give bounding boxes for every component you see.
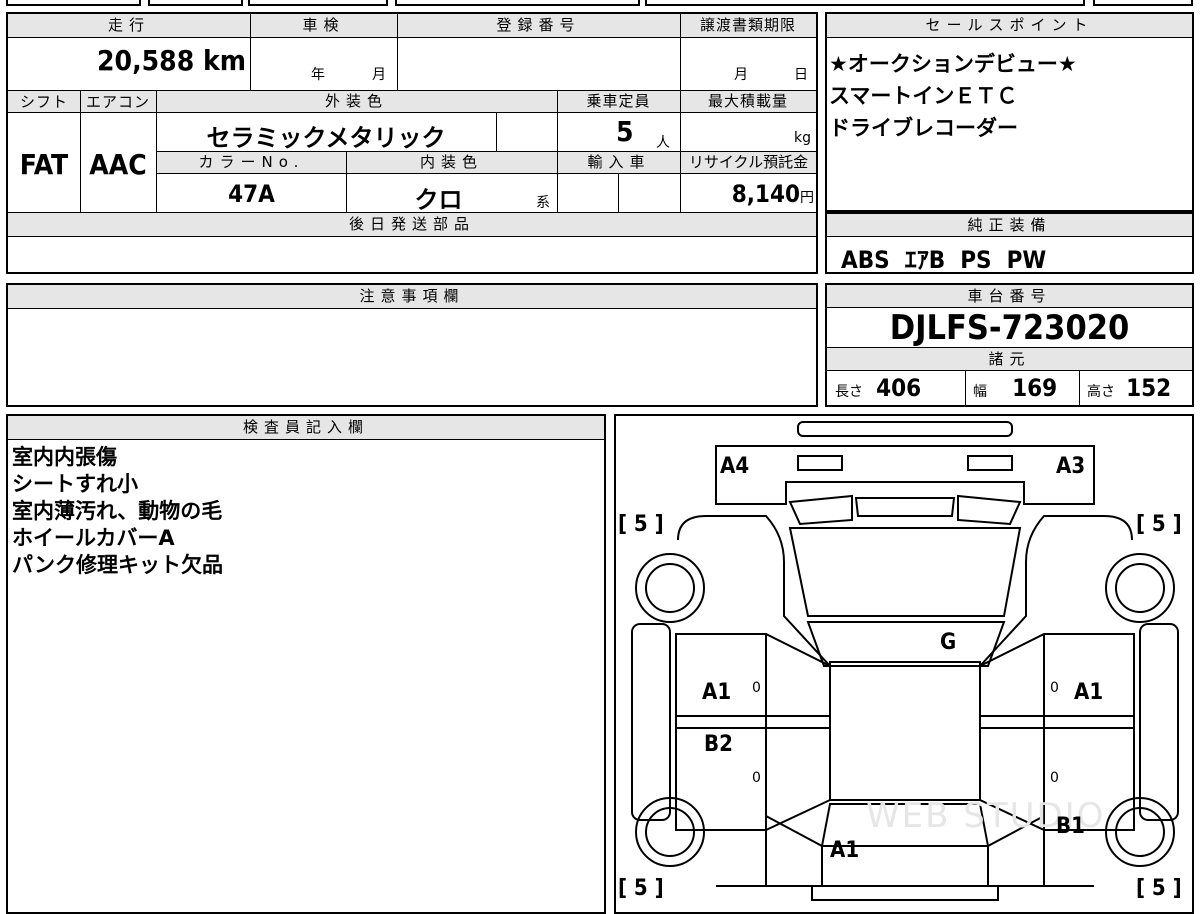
interior-color-label: 内装色 [346, 152, 557, 174]
tire-depth-rear-right: [ 5 ] [1136, 876, 1182, 901]
transfer-day: 日 [794, 67, 808, 83]
mileage-label: 走行 [8, 14, 250, 38]
top-strip-4 [395, 0, 640, 6]
top-strip-5 [645, 0, 1085, 6]
notes-panel: 注意事項欄 [6, 283, 818, 407]
height-label: 高さ [1087, 384, 1115, 400]
shaken-label: 車検 [250, 14, 397, 38]
top-strip-1 [6, 0, 141, 6]
door-mark: 0 [752, 680, 761, 696]
equipment-label: 純正装備 [827, 214, 1192, 237]
later-parts-label: 後日発送部品 [8, 213, 816, 237]
inspector-item: ホイールカバーA [12, 526, 175, 550]
door-mark: 0 [1050, 680, 1059, 696]
recycle-label: リサイクル預託金 [681, 152, 816, 174]
height-value: 152 [1126, 374, 1172, 402]
inspector-item: 室内内張傷 [12, 445, 117, 469]
capacity-label: 乗車定員 [557, 91, 680, 113]
top-strip-3 [248, 0, 388, 6]
sales-point-item: ★オークションデビュー★ [829, 52, 1077, 76]
recycle-unit: 円 [800, 190, 814, 206]
inspector-list: 室内内張傷 シートすれ小 室内薄汚れ、動物の毛 ホイールカバーA パンク修理キッ… [12, 444, 223, 579]
interior-color-value: クロ [414, 186, 463, 214]
sales-points-label: セールスポイント [827, 14, 1192, 38]
sales-points-list: ★オークションデビュー★ スマートインＥＴＣ ドライブレコーダー [829, 48, 1189, 144]
vehicle-info-table: 走行 車検 登録番号 譲渡書類期限 20,588 km 年 月 月 日 シフト … [6, 12, 818, 274]
shift-label: シフト [8, 91, 80, 113]
spec-label: 諸元 [827, 347, 1192, 371]
width-label: 幅 [973, 384, 987, 400]
width-value: 169 [1012, 374, 1058, 402]
chassis-label: 車台番号 [827, 285, 1192, 308]
max-load-unit: kg [794, 130, 811, 146]
max-load-label: 最大積載量 [680, 91, 816, 113]
inspector-label: 検査員記入欄 [8, 416, 604, 440]
mark-front-right: A3 [1056, 454, 1086, 479]
ac-value: AAC [89, 148, 147, 181]
color-no-label: カラーNo. [157, 152, 346, 174]
inspector-panel: 検査員記入欄 室内内張傷 シートすれ小 室内薄汚れ、動物の毛 ホイールカバーA … [6, 414, 606, 914]
mark-right-front-door: A1 [1074, 680, 1104, 705]
mark-rear: A1 [830, 838, 860, 863]
sales-point-item: ドライブレコーダー [829, 116, 1018, 140]
sales-points-panel: セールスポイント ★オークションデビュー★ スマートインＥＴＣ ドライブレコーダ… [825, 12, 1194, 212]
capacity-unit: 人 [656, 135, 670, 151]
inspector-item: パンク修理キット欠品 [12, 553, 224, 577]
transfer-month: 月 [734, 67, 748, 83]
top-strip-6 [1093, 0, 1193, 6]
door-mark: 0 [1050, 770, 1059, 786]
tire-depth-rear-left: [ 5 ] [618, 876, 664, 901]
width-spec: 幅 169 [973, 374, 1057, 402]
length-value: 406 [876, 374, 922, 402]
capacity-value: 5 [616, 115, 634, 148]
mark-left-rear-door: B2 [704, 732, 733, 757]
equipment-value: ABS ｴｱB PS PW [841, 246, 1047, 274]
chassis-value: DJLFS-723020 [889, 308, 1130, 348]
inspector-item: シートすれ小 [12, 472, 138, 496]
sales-point-item: スマートインＥＴＣ [829, 84, 1018, 108]
mileage-number: 20,588 [97, 44, 195, 77]
interior-color-suffix: 系 [536, 195, 550, 211]
transfer-deadline-label: 譲渡書類期限 [680, 14, 816, 38]
car-diagram-panel: WEB STUDIO [ 5 ] [ 5 ] [ 5 ] [ 5 ] A4 A3… [614, 414, 1194, 914]
top-strip-2 [148, 0, 243, 6]
tire-depth-front-right: [ 5 ] [1136, 512, 1182, 537]
reg-number-label: 登録番号 [397, 14, 680, 38]
equipment-panel: 純正装備 ABS ｴｱB PS PW [825, 212, 1194, 274]
mark-left-front-door: A1 [702, 680, 732, 705]
recycle-value: 8,140円 [681, 180, 814, 208]
shaken-month: 月 [372, 67, 386, 83]
mark-windshield: G [940, 630, 957, 655]
color-no-value: 47A [228, 180, 275, 208]
exterior-color-label: 外装色 [156, 91, 557, 113]
exterior-color-value: セラミックメタリック [206, 124, 446, 152]
tire-depth-front-left: [ 5 ] [618, 512, 664, 537]
shaken-year: 年 [311, 67, 325, 83]
door-mark: 0 [752, 770, 761, 786]
notes-label: 注意事項欄 [8, 285, 816, 309]
inspector-item: 室内薄汚れ、動物の毛 [12, 499, 223, 523]
ac-label: エアコン [80, 91, 156, 113]
shift-value: FAT [19, 148, 69, 181]
length-label: 長さ [835, 384, 863, 400]
import-label: 輸入車 [558, 152, 680, 174]
height-spec: 高さ 152 [1087, 374, 1171, 402]
mileage-value: 20,588 km [8, 44, 246, 77]
mark-front-left: A4 [720, 454, 750, 479]
recycle-number: 8,140 [731, 180, 800, 208]
chassis-panel: 車台番号 DJLFS-723020 諸元 長さ 406 幅 169 高さ 152 [825, 283, 1194, 407]
mark-right-rear-quarter: B1 [1056, 814, 1085, 839]
length-spec: 長さ 406 [835, 374, 921, 402]
mileage-unit: km [203, 44, 246, 77]
